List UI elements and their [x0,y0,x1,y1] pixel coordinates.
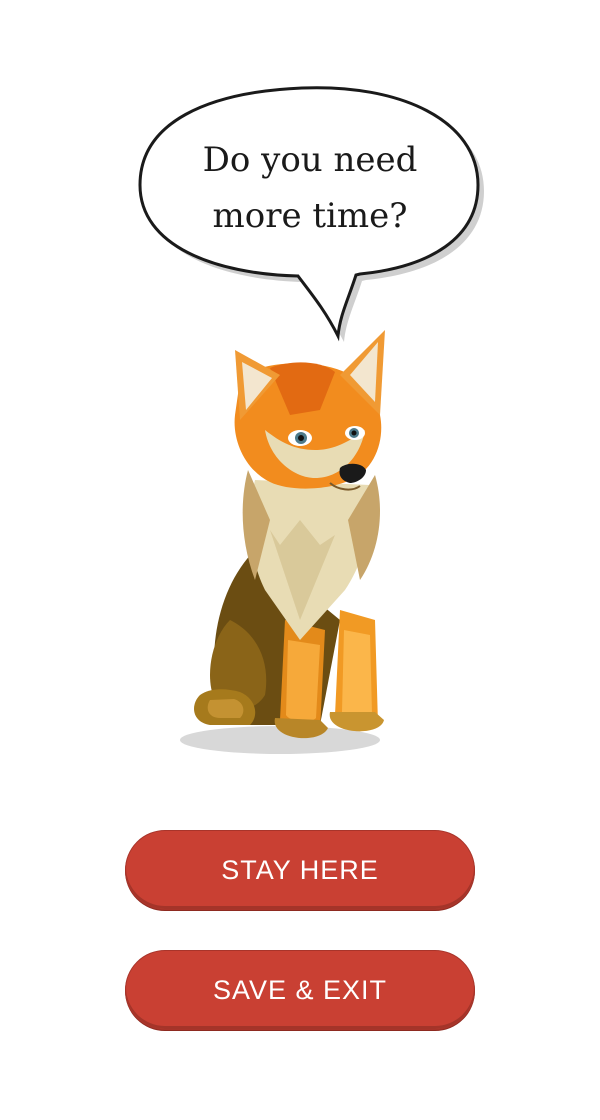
save-and-exit-button-label: SAVE & EXIT [212,974,388,1005]
dialog-question: Do you need more time? [160,132,460,244]
speech-bubble: Do you need more time? [120,70,490,350]
stay-here-button[interactable]: STAY HERE [125,830,475,910]
save-and-exit-button[interactable]: SAVE & EXIT [125,950,475,1030]
stay-here-button-label: STAY HERE [221,854,379,885]
dialog-question-line-1: Do you need [202,140,418,180]
dialog-question-line-2: more time? [212,196,408,236]
fox-mascot-icon [180,330,385,754]
